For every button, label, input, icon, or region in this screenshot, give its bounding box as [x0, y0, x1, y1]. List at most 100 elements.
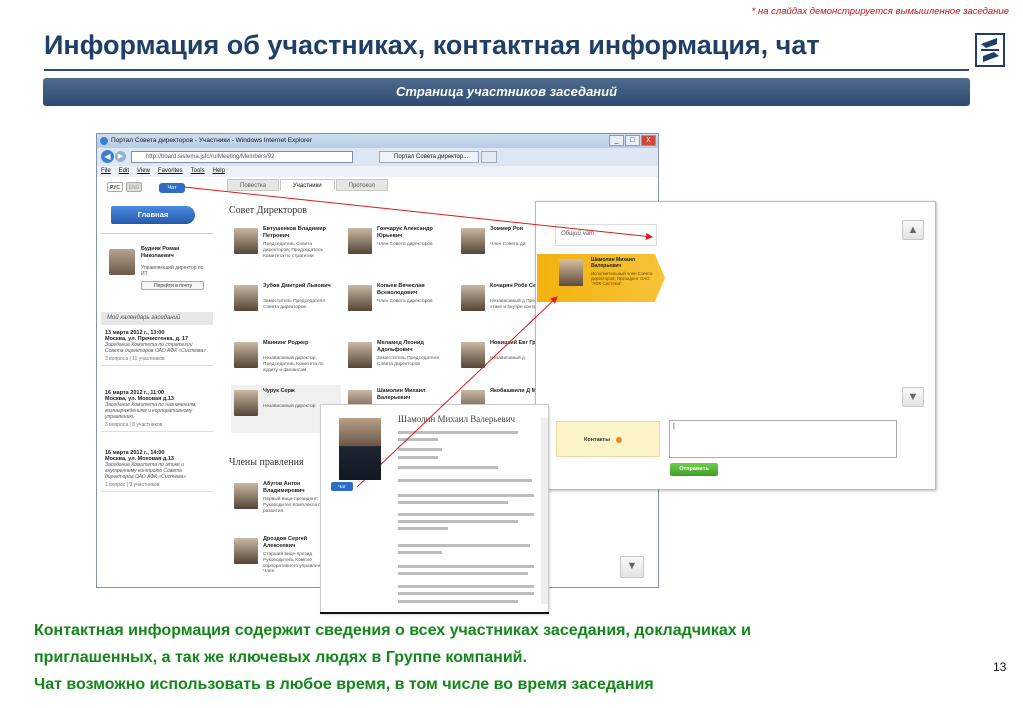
- card-text-line: [398, 448, 442, 451]
- new-tab-button[interactable]: [481, 151, 497, 163]
- member-role: Заместитель Председателя Совета директор…: [377, 356, 439, 367]
- member-photo: [234, 285, 258, 311]
- menu-view[interactable]: View: [137, 166, 150, 177]
- card-text-line: [398, 466, 498, 469]
- card-text-line: [398, 565, 534, 568]
- contact-photo: [559, 259, 583, 286]
- tab-protocol[interactable]: Протокол: [335, 179, 388, 191]
- section-banner: Страница участников заседаний: [43, 78, 970, 106]
- slide-title: Информация об участниках, контактная инф…: [44, 30, 820, 60]
- message-input[interactable]: |: [669, 420, 897, 458]
- menu-bar: File Edit View Favorites Tools Help: [97, 166, 658, 177]
- member-photo: [461, 285, 485, 311]
- main-page-button[interactable]: Главная: [111, 206, 195, 224]
- footer-line: Контактная информация содержит сведения …: [34, 622, 751, 639]
- calendar-header: Мой календарь заседаний: [101, 312, 213, 325]
- member-photo: [461, 228, 485, 254]
- minimize-button[interactable]: _: [609, 135, 624, 146]
- selected-contact[interactable]: Шамолин Михаил Валерьевич Исполнительный…: [537, 254, 665, 302]
- disclaimer-note: * на слайдах демонстрируется вымышленное…: [751, 6, 1009, 17]
- tab-participants[interactable]: Участники: [279, 179, 335, 191]
- calendar-event[interactable]: 16 марта 2012 г., 11:00 Москва, ул. Мохо…: [101, 387, 213, 432]
- participant-name: Шамолин Михаил Валерьевич: [398, 414, 516, 424]
- footer-line: Чат возможно использовать в любое время,…: [34, 676, 654, 693]
- user-role: Управляющий директор по ИТ: [141, 265, 204, 277]
- card-text-line: [398, 572, 528, 575]
- member-name: Гончарук Александр Юрьевич: [377, 226, 433, 239]
- lang-en[interactable]: ENG: [126, 182, 142, 192]
- page-number: 13: [993, 660, 1007, 674]
- menu-file[interactable]: File: [101, 166, 111, 177]
- member-card[interactable]: Гончарук Александр Юрьевич Член Совета ди…: [345, 223, 455, 279]
- card-text-line: [398, 585, 534, 588]
- menu-tools[interactable]: Tools: [191, 166, 205, 177]
- member-card[interactable]: Евтушенков Владимир Петрович Председатель…: [231, 223, 341, 279]
- calendar-event[interactable]: 16 марта 2012 г., 14:00 Москва, ул. Мохо…: [101, 447, 213, 492]
- event-meta: 3 вопроса | 11 участников: [105, 356, 165, 362]
- card-text-line: [398, 544, 530, 547]
- scroll-down-button[interactable]: ▼: [902, 387, 924, 407]
- event-title: Заседание Комитета по назначениям, возна…: [105, 402, 197, 420]
- forward-arrow-icon[interactable]: ▶: [115, 151, 126, 162]
- member-name: Шамолин Михаил Валерьевич: [377, 388, 426, 401]
- send-button[interactable]: Отправить: [670, 463, 718, 476]
- card-text-line: [398, 431, 518, 434]
- tab-agenda[interactable]: Повестка: [227, 179, 279, 191]
- back-arrow-icon[interactable]: ◀: [101, 150, 114, 163]
- company-logo-icon: [975, 33, 1005, 67]
- member-photo: [234, 538, 258, 564]
- close-window-button[interactable]: X: [641, 135, 656, 146]
- card-text-line: [398, 494, 534, 497]
- contacts-label: Контакты: [584, 437, 610, 443]
- member-photo: [234, 342, 258, 368]
- scroll-up-button[interactable]: ▲: [902, 220, 924, 240]
- menu-edit[interactable]: Edit: [119, 166, 129, 177]
- mail-button[interactable]: Перейти в почту: [141, 281, 204, 290]
- menu-favorites[interactable]: Favorites: [158, 166, 183, 177]
- card-chat-button[interactable]: Чат: [331, 482, 353, 491]
- user-avatar: [109, 249, 135, 275]
- maximize-button[interactable]: □: [625, 135, 640, 146]
- card-text-line: [398, 479, 532, 482]
- member-role: Член Совета директоров: [377, 299, 433, 304]
- card-text-line: [398, 438, 438, 441]
- card-text-line: [398, 600, 518, 603]
- card-text-line: [398, 456, 438, 459]
- card-text-line: [398, 527, 448, 530]
- member-name: Маннинг Роджер: [263, 340, 309, 346]
- card-scrollbar[interactable]: [541, 418, 548, 604]
- footer-line: приглашенных, а так же ключевых людях в …: [34, 649, 527, 666]
- member-name: Копьев Вячеслав Всеволодович: [377, 283, 425, 296]
- contacts-indicator-icon: [615, 436, 622, 443]
- card-bottom-rule: [320, 612, 549, 614]
- general-chat-item[interactable]: Общий чат: [555, 224, 657, 246]
- participant-photo: [339, 418, 381, 480]
- member-photo: [348, 228, 372, 254]
- member-name: Евтушенков Владимир Петрович: [263, 226, 326, 239]
- event-title: Заседание Комитета по стратегии Совета д…: [105, 342, 206, 354]
- card-text-line: [398, 592, 534, 595]
- member-card[interactable]: Копьев Вячеслав Всеволодович Член Совета …: [345, 280, 455, 336]
- calendar-event[interactable]: 13 марта 2012 г., 13:00 Москва, ул. Преч…: [101, 327, 213, 366]
- browser-tab[interactable]: Портал Совета директор...: [379, 151, 479, 163]
- slide-footer: Контактная информация содержит сведения …: [34, 617, 974, 698]
- member-name: Меламед Леонид Адольфович: [377, 340, 424, 353]
- contacts-button[interactable]: Контакты: [556, 421, 660, 457]
- menu-help[interactable]: Help: [213, 166, 225, 177]
- address-bar-row: ◀ ▶ http://board.sistema.jsfc/ru/Meeting…: [97, 148, 658, 166]
- board-section-title: Совет Директоров: [229, 205, 307, 216]
- page-scroll-down-button[interactable]: ▼: [620, 556, 644, 578]
- mail-button-label: Перейти в почту: [154, 283, 193, 289]
- url-field[interactable]: http://board.sistema.jsfc/ru/Meeting/Mem…: [131, 151, 353, 163]
- language-switch: РУС ENG: [107, 182, 142, 192]
- member-role: Председатель Совета директоров; Председа…: [263, 242, 324, 259]
- browser-title-text: Портал Совета директоров - Участники - W…: [111, 137, 312, 144]
- contact-role: Исполнительный член Совета директоров; П…: [591, 271, 653, 286]
- event-title: Заседание Комитета по этике и внутреннем…: [105, 462, 187, 480]
- lang-ru[interactable]: РУС: [107, 182, 123, 192]
- member-photo: [348, 285, 372, 311]
- member-photo: [234, 228, 258, 254]
- member-role: Заместитель Председателя Совета директор…: [263, 299, 325, 310]
- member-card[interactable]: Зубов Дмитрий Львович Заместитель Председ…: [231, 280, 341, 336]
- chat-button[interactable]: Чат: [159, 183, 185, 193]
